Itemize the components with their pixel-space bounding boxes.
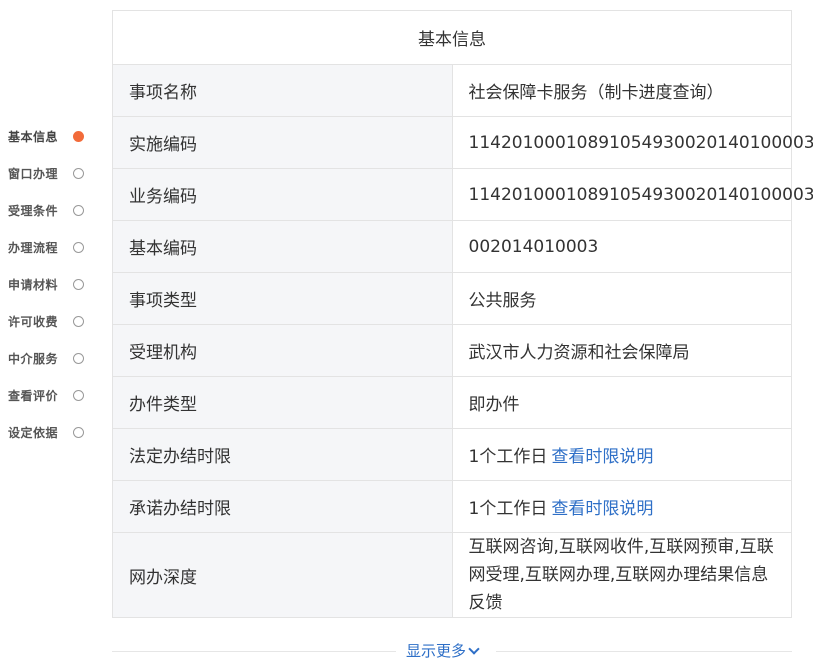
time-limit-value: 1个工作日: [468, 447, 548, 467]
basic-info-table: 基本信息 事项名称 社会保障卡服务（制卡进度查询） 实施编码 114201000…: [112, 10, 813, 618]
chevron-down-icon: [468, 642, 480, 655]
nav-item-label: 申请材料: [8, 278, 59, 292]
row-label: 事项类型: [112, 272, 453, 325]
nav-item-window-handling[interactable]: 窗口办理: [0, 155, 100, 192]
table-row-item-type: 事项类型 公共服务: [112, 272, 792, 325]
nav-step-dot: [73, 316, 84, 327]
nav-item-label: 中介服务: [8, 352, 59, 366]
row-label: 业务编码: [112, 168, 453, 221]
row-label: 实施编码: [112, 116, 453, 169]
view-time-limit-link[interactable]: 查看时限说明: [551, 447, 653, 467]
nav-item-acceptance-conditions[interactable]: 受理条件: [0, 192, 100, 229]
table-header-row: 基本信息: [112, 10, 792, 65]
nav-item-label: 办理流程: [8, 241, 59, 255]
table-row-case-type: 办件类型 即办件: [112, 376, 792, 429]
nav-item-legal-basis[interactable]: 设定依据: [0, 414, 100, 451]
row-value: 002014010003: [451, 220, 792, 273]
nav-item-label: 基本信息: [8, 130, 59, 144]
row-label: 承诺办结时限: [112, 480, 453, 533]
nav-item-process[interactable]: 办理流程: [0, 229, 100, 266]
nav-step-dot: [73, 427, 84, 438]
row-value: 公共服务: [451, 272, 792, 325]
nav-item-materials[interactable]: 申请材料: [0, 266, 100, 303]
row-label: 办件类型: [112, 376, 453, 429]
show-more-row: 显示更多: [112, 640, 792, 662]
table-row-business-code: 业务编码 1142010001089105493002014010000301: [112, 168, 813, 221]
table-row-accepting-agency: 受理机构 武汉市人力资源和社会保障局: [112, 324, 792, 377]
nav-item-reviews[interactable]: 查看评价: [0, 377, 100, 414]
row-value: 1个工作日 查看时限说明: [451, 428, 792, 481]
view-time-limit-link[interactable]: 查看时限说明: [551, 499, 653, 519]
nav-item-label: 查看评价: [8, 389, 59, 403]
nav-item-label: 许可收费: [8, 315, 59, 329]
divider: [496, 651, 792, 652]
nav-item-basic-info[interactable]: 基本信息: [0, 118, 100, 155]
row-label: 网办深度: [112, 532, 453, 618]
row-label: 事项名称: [112, 64, 453, 117]
table-row-item-name: 事项名称 社会保障卡服务（制卡进度查询）: [112, 64, 792, 117]
table-title: 基本信息: [112, 10, 792, 65]
row-value: 社会保障卡服务（制卡进度查询）: [451, 64, 792, 117]
table-row-implementation-code: 实施编码 11420100010891054930020140100003: [112, 116, 813, 169]
nav-step-dot-active: [73, 131, 84, 142]
nav-step-dot: [73, 279, 84, 290]
row-value: 11420100010891054930020140100003: [451, 116, 813, 169]
row-value: 即办件: [451, 376, 792, 429]
row-label: 受理机构: [112, 324, 453, 377]
row-value: 1个工作日 查看时限说明: [451, 480, 792, 533]
row-value: 武汉市人力资源和社会保障局: [451, 324, 792, 377]
table-row-basic-code: 基本编码 002014010003: [112, 220, 792, 273]
side-step-nav: 基本信息 窗口办理 受理条件 办理流程 申请材料 许可收费 中介服务 查看评价: [0, 118, 100, 451]
divider: [112, 651, 396, 652]
row-label: 基本编码: [112, 220, 453, 273]
table-row-legal-time-limit: 法定办结时限 1个工作日 查看时限说明: [112, 428, 792, 481]
table-row-online-depth: 网办深度 互联网咨询,互联网收件,互联网预审,互联网受理,互联网办理,互联网办理…: [112, 532, 792, 618]
nav-step-dot: [73, 390, 84, 401]
row-value: 互联网咨询,互联网收件,互联网预审,互联网受理,互联网办理,互联网办理结果信息反…: [451, 532, 792, 618]
nav-item-label: 受理条件: [8, 204, 59, 218]
time-limit-value: 1个工作日: [468, 499, 548, 519]
show-more-button[interactable]: 显示更多: [406, 640, 480, 661]
nav-step-dot: [73, 353, 84, 364]
show-more-label: 显示更多: [406, 642, 467, 660]
nav-item-label: 设定依据: [8, 426, 59, 440]
table-row-promised-time-limit: 承诺办结时限 1个工作日 查看时限说明: [112, 480, 792, 533]
nav-step-dot: [73, 205, 84, 216]
nav-item-intermediary[interactable]: 中介服务: [0, 340, 100, 377]
nav-step-dot: [73, 242, 84, 253]
nav-item-fees[interactable]: 许可收费: [0, 303, 100, 340]
row-label: 法定办结时限: [112, 428, 453, 481]
nav-step-dot: [73, 168, 84, 179]
page: 基本信息 窗口办理 受理条件 办理流程 申请材料 许可收费 中介服务 查看评价: [0, 0, 813, 667]
row-value: 1142010001089105493002014010000301: [451, 168, 813, 221]
nav-item-label: 窗口办理: [8, 167, 59, 181]
